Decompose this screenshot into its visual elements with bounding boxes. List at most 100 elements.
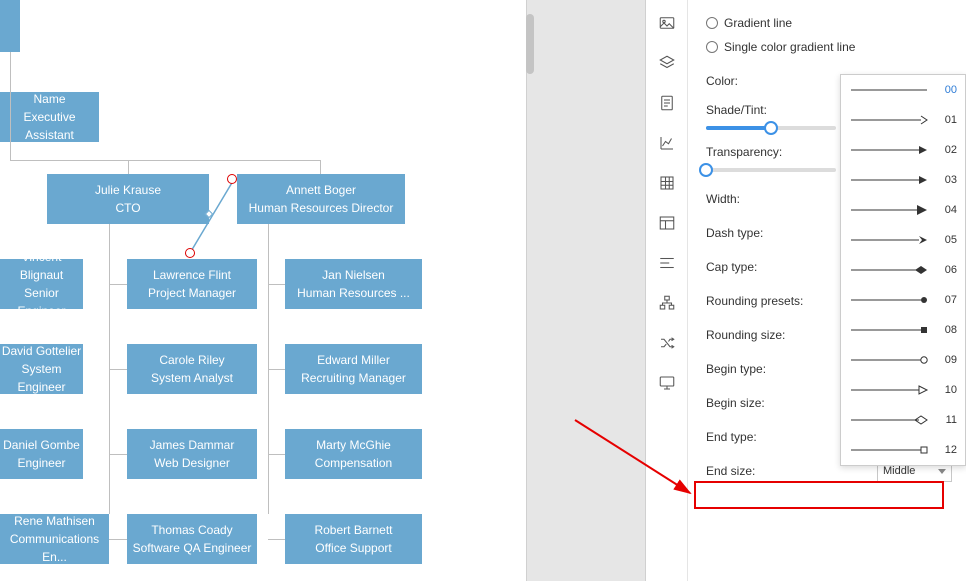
node-subtitle: Executive Assistant [0, 108, 99, 144]
properties-panel: Gradient line Single color gradient line… [688, 0, 966, 581]
arrow-option[interactable]: 10 [841, 375, 965, 405]
arrow-option[interactable]: 01 [841, 105, 965, 135]
arrow-option[interactable]: 08 [841, 315, 965, 345]
node-title: Thomas Coady [127, 521, 257, 539]
org-node[interactable]: James Dammar Web Designer [127, 429, 257, 479]
org-icon[interactable] [656, 292, 678, 314]
canvas[interactable]: Name Executive Assistant Julie Krause CT… [0, 0, 526, 581]
grid-icon[interactable] [656, 172, 678, 194]
org-node[interactable]: Marty McGhie Compensation [285, 429, 422, 479]
node-title: Edward Miller [285, 351, 422, 369]
scrollbar-thumb[interactable] [526, 14, 534, 74]
org-node[interactable]: Daniel Gombe Engineer [0, 429, 83, 479]
node-subtitle: Senior Engineer [0, 284, 83, 320]
option-label: 00 [945, 84, 957, 96]
connection-endpoint-handle[interactable] [227, 174, 237, 184]
node-title: Vincent Blignaut [0, 248, 83, 284]
org-node-hr-director[interactable]: Annett Boger Human Resources Director [237, 174, 405, 224]
arrow-option[interactable]: 12 [841, 435, 965, 465]
option-label: 12 [945, 444, 957, 456]
radio-input[interactable] [706, 17, 718, 29]
node-subtitle: CTO [47, 199, 209, 217]
slider-knob[interactable] [764, 121, 778, 135]
node-title: Name [0, 90, 99, 108]
option-label: 08 [945, 324, 957, 336]
org-node-partial-top[interactable] [0, 0, 20, 52]
arrow-option[interactable]: 04 [841, 195, 965, 225]
layout-icon[interactable] [656, 212, 678, 234]
align-icon[interactable] [656, 252, 678, 274]
arrow-option[interactable]: 02 [841, 135, 965, 165]
option-label: 02 [945, 144, 957, 156]
option-label: 04 [945, 204, 957, 216]
node-title: Daniel Gombe [0, 436, 83, 454]
node-subtitle: Engineer [0, 454, 83, 472]
node-subtitle: Web Designer [127, 454, 257, 472]
org-node[interactable]: Edward Miller Recruiting Manager [285, 344, 422, 394]
option-label: 03 [945, 174, 957, 186]
org-node[interactable]: Lawrence Flint Project Manager [127, 259, 257, 309]
arrow-option[interactable]: 11 [841, 405, 965, 435]
present-icon[interactable] [656, 372, 678, 394]
node-title: Lawrence Flint [127, 266, 257, 284]
node-title: Julie Krause [47, 181, 209, 199]
shuffle-icon[interactable] [656, 332, 678, 354]
slider-knob[interactable] [699, 163, 713, 177]
node-title: Jan Nielsen [285, 266, 422, 284]
sidebar-icon-strip [646, 0, 688, 581]
node-subtitle: Recruiting Manager [285, 369, 422, 387]
node-title: Marty McGhie [285, 436, 422, 454]
arrow-option[interactable]: 00 [841, 75, 965, 105]
option-label: 09 [945, 354, 957, 366]
option-label: 06 [945, 264, 957, 276]
radio-single-color-gradient[interactable]: Single color gradient line [706, 40, 952, 54]
node-title: Carole Riley [127, 351, 257, 369]
org-node[interactable]: Vincent Blignaut Senior Engineer [0, 259, 83, 309]
org-node[interactable]: David Gottelier System Engineer [0, 344, 83, 394]
note-icon[interactable] [656, 92, 678, 114]
option-label: 05 [945, 234, 957, 246]
org-node[interactable]: Robert Barnett Office Support [285, 514, 422, 564]
radio-input[interactable] [706, 41, 718, 53]
layers-icon[interactable] [656, 52, 678, 74]
arrow-option[interactable]: 07 [841, 285, 965, 315]
org-node[interactable]: Rene Mathisen Communications En... [0, 514, 109, 564]
arrow-option[interactable]: 05 [841, 225, 965, 255]
arrow-option[interactable]: 03 [841, 165, 965, 195]
node-title: Robert Barnett [285, 521, 422, 539]
prop-label: End size: [706, 464, 877, 478]
option-label: 07 [945, 294, 957, 306]
node-subtitle: Communications En... [0, 530, 109, 566]
node-title: Annett Boger [237, 181, 405, 199]
node-subtitle: Software QA Engineer [127, 539, 257, 557]
radio-label: Gradient line [724, 16, 792, 30]
option-label: 10 [945, 384, 957, 396]
org-node[interactable]: Thomas Coady Software QA Engineer [127, 514, 257, 564]
option-label: 11 [946, 414, 957, 426]
combo-value: Middle [883, 465, 915, 477]
org-node-executive-assistant[interactable]: Name Executive Assistant [0, 92, 99, 142]
org-node[interactable]: Carole Riley System Analyst [127, 344, 257, 394]
shade-slider[interactable] [706, 126, 836, 130]
node-subtitle: System Analyst [127, 369, 257, 387]
radio-label: Single color gradient line [724, 40, 855, 54]
node-title: Rene Mathisen [0, 512, 109, 530]
connection-endpoint-handle[interactable] [185, 248, 195, 258]
node-subtitle: System Engineer [0, 360, 83, 396]
node-title: James Dammar [127, 436, 257, 454]
org-node[interactable]: Jan Nielsen Human Resources ... [285, 259, 422, 309]
node-subtitle: Human Resources ... [285, 284, 422, 302]
option-label: 01 [945, 114, 957, 126]
arrow-option[interactable]: 06 [841, 255, 965, 285]
node-subtitle: Compensation [285, 454, 422, 472]
arrow-option[interactable]: 09 [841, 345, 965, 375]
gutter [526, 0, 646, 581]
node-subtitle: Office Support [285, 539, 422, 557]
arrow-style-popup: 00 01 02 03 04 05 06 07 08 09 10 11 12 [840, 74, 966, 466]
transparency-slider[interactable] [706, 168, 836, 172]
org-node-cto[interactable]: Julie Krause CTO [47, 174, 209, 224]
node-title: David Gottelier [0, 342, 83, 360]
radio-gradient-line[interactable]: Gradient line [706, 16, 952, 30]
chart-icon[interactable] [656, 132, 678, 154]
image-icon[interactable] [656, 12, 678, 34]
